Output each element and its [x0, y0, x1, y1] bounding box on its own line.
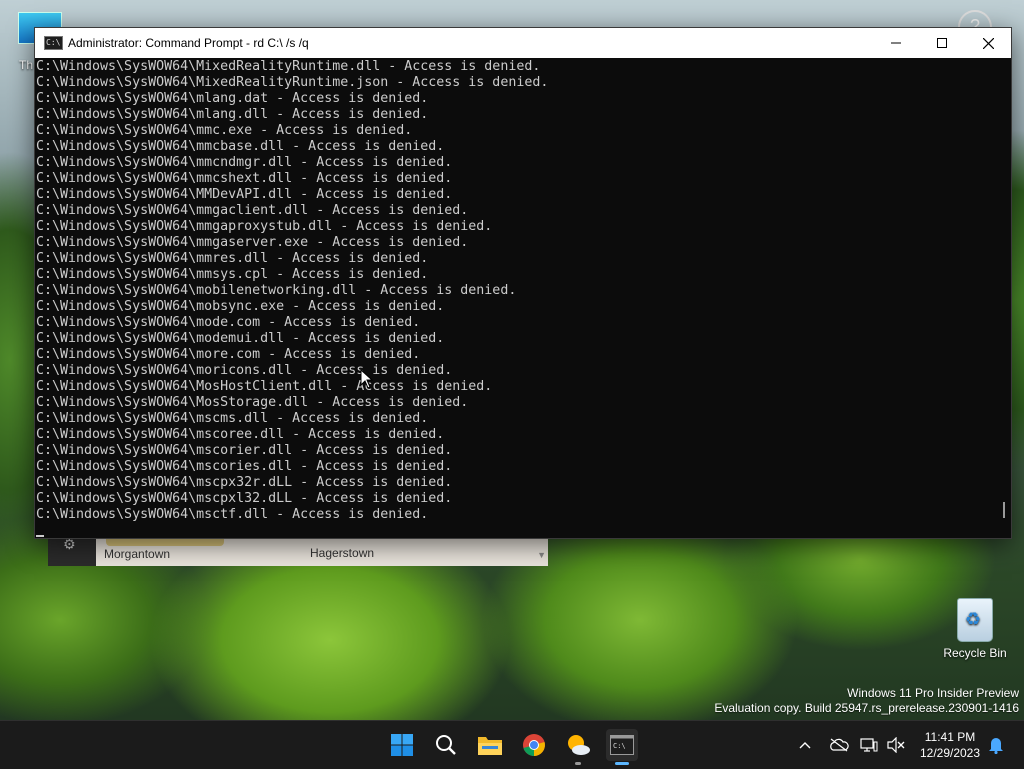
chevron-up-icon [799, 742, 811, 749]
window-title: Administrator: Command Prompt - rd C:\ /… [68, 36, 309, 50]
chrome-icon [523, 734, 545, 756]
console-line: C:\Windows\SysWOW64\mscms.dll - Access i… [36, 411, 429, 426]
console-output[interactable]: C:\Windows\SysWOW64\MixedRealityRuntime.… [35, 58, 1011, 538]
terminal-icon: C:\ [610, 735, 634, 755]
console-line: C:\Windows\SysWOW64\mmres.dll - Access i… [36, 251, 429, 266]
minimize-button[interactable] [873, 28, 919, 58]
console-line: C:\Windows\SysWOW64\moricons.dll - Acces… [36, 363, 453, 378]
this-pc-label: Th [19, 58, 34, 72]
console-line: C:\Windows\SysWOW64\msctf.dll - Access i… [36, 507, 429, 522]
file-explorer-icon [478, 737, 502, 755]
svg-text:C:\: C:\ [613, 742, 626, 750]
console-line: C:\Windows\SysWOW64\more.com - Access is… [36, 347, 421, 362]
onedrive-tray-button[interactable] [826, 721, 852, 769]
title-bar[interactable]: C:\ Administrator: Command Prompt - rd C… [35, 28, 1011, 58]
console-line: C:\Windows\SysWOW64\mlang.dat - Access i… [36, 91, 429, 106]
console-line: C:\Windows\SysWOW64\mode.com - Access is… [36, 315, 421, 330]
volume-muted-icon [887, 737, 905, 753]
clock-date: 12/29/2023 [919, 746, 981, 760]
file-explorer-button[interactable] [474, 729, 506, 761]
map-city-label: Morgantown [104, 547, 171, 561]
console-line: C:\Windows\SysWOW64\mscpx32r.dLL - Acces… [36, 475, 453, 490]
taskbar-clock[interactable]: 11:41 PM 12/29/2023 [914, 729, 986, 761]
network-icon [860, 738, 878, 752]
start-button[interactable] [386, 729, 418, 761]
console-line: C:\Windows\SysWOW64\mscoree.dll - Access… [36, 427, 445, 442]
recycle-bin-label: Recycle Bin [943, 646, 1007, 660]
bell-icon [989, 738, 1003, 754]
console-line: C:\Windows\SysWOW64\MMDevAPI.dll - Acces… [36, 187, 453, 202]
console-line: C:\Windows\SysWOW64\mscories.dll - Acces… [36, 459, 453, 474]
terminal-button[interactable]: C:\ [606, 729, 638, 765]
close-button[interactable] [965, 28, 1011, 58]
command-prompt-icon[interactable]: C:\ [44, 36, 63, 50]
text-cursor [36, 535, 44, 537]
clock-time: 11:41 PM [924, 730, 976, 744]
network-tray-button[interactable] [856, 721, 882, 769]
map-city-label: Hagerstown [310, 546, 375, 560]
window-controls [873, 28, 1011, 58]
console-line: C:\Windows\SysWOW64\mlang.dll - Access i… [36, 107, 429, 122]
maximize-button[interactable] [919, 28, 965, 58]
show-hidden-icons-button[interactable] [794, 721, 816, 769]
os-watermark: Windows 11 Pro Insider Preview Evaluatio… [714, 686, 1019, 716]
minimize-icon [891, 42, 901, 44]
volume-tray-button[interactable] [884, 721, 908, 769]
console-line: C:\Windows\SysWOW64\MixedRealityRuntime.… [36, 75, 549, 90]
running-indicator [575, 762, 581, 765]
console-line: C:\Windows\SysWOW64\mmgaclient.dll - Acc… [36, 203, 469, 218]
taskbar: C:\ 11:41 PM 12/29/2023 [0, 720, 1024, 769]
cloud-offline-icon [830, 738, 849, 752]
console-line: C:\Windows\SysWOW64\mmsys.cpl - Access i… [36, 267, 429, 282]
close-icon [982, 37, 994, 49]
console-line: C:\Windows\SysWOW64\mscorier.dll - Acces… [36, 443, 453, 458]
console-line: C:\Windows\SysWOW64\mmcndmgr.dll - Acces… [36, 155, 453, 170]
console-line: C:\Windows\SysWOW64\mmc.exe - Access is … [36, 123, 413, 138]
console-line: C:\Windows\SysWOW64\modemui.dll - Access… [36, 331, 445, 346]
console-line: C:\Windows\SysWOW64\mobsync.exe - Access… [36, 299, 445, 314]
console-line: C:\Windows\SysWOW64\mmgaproxystub.dll - … [36, 219, 493, 234]
console-line: C:\Windows\SysWOW64\mscpxl32.dLL - Acces… [36, 491, 453, 506]
watermark-build: Evaluation copy. Build 25947.rs_prerelea… [714, 701, 1019, 715]
scroll-down-icon[interactable]: ▼ [537, 550, 546, 560]
start-icon [391, 734, 413, 756]
active-indicator [615, 762, 629, 765]
console-line: C:\Windows\SysWOW64\MixedRealityRuntime.… [36, 59, 541, 74]
weather-button[interactable] [562, 729, 594, 765]
maximize-icon [937, 38, 947, 48]
watermark-edition: Windows 11 Pro Insider Preview [847, 686, 1019, 700]
console-line: C:\Windows\SysWOW64\mmcbase.dll - Access… [36, 139, 445, 154]
search-button[interactable] [430, 729, 462, 761]
vertical-scrollbar[interactable] [1003, 502, 1005, 518]
console-line: C:\Windows\SysWOW64\mmgaserver.exe - Acc… [36, 235, 469, 250]
console-line: C:\Windows\SysWOW64\mmcshext.dll - Acces… [36, 171, 453, 186]
search-icon [436, 735, 456, 755]
weather-icon [568, 735, 590, 755]
console-line: C:\Windows\SysWOW64\mobilenetworking.dll… [36, 283, 517, 298]
console-line: C:\Windows\SysWOW64\MosHostClient.dll - … [36, 379, 493, 394]
recycle-bin-icon [957, 598, 993, 642]
console-line: C:\Windows\SysWOW64\MosStorage.dll - Acc… [36, 395, 469, 410]
chrome-button[interactable] [518, 729, 550, 761]
command-prompt-window[interactable]: C:\ Administrator: Command Prompt - rd C… [34, 27, 1012, 539]
desktop-icon-recycle-bin[interactable]: Recycle Bin [940, 598, 1010, 660]
notifications-button[interactable] [986, 721, 1006, 769]
